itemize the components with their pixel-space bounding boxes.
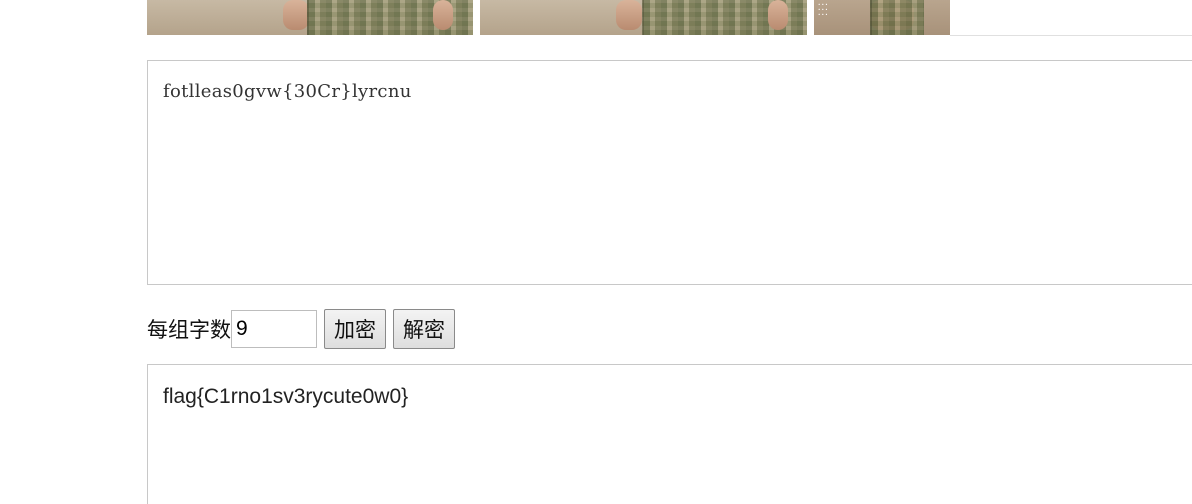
plain-text-area[interactable]: flag{C1rno1sv3rycute0w0} — [147, 364, 1192, 504]
encrypt-button[interactable]: 加密 — [324, 309, 386, 349]
cipher-text-area[interactable]: fotlleas0gvw{30Cr}lyrcnu — [147, 60, 1192, 285]
divider — [950, 35, 1192, 36]
photo-caption-decoration: • • • • • • • • • — [818, 2, 828, 17]
cipher-text: fotlleas0gvw{30Cr}lyrcnu — [163, 81, 412, 102]
cipher-controls: 每组字数 加密 解密 — [147, 309, 455, 349]
camo-photo-1 — [147, 0, 473, 35]
group-size-label: 每组字数 — [147, 318, 231, 342]
plain-text: flag{C1rno1sv3rycute0w0} — [163, 385, 409, 408]
camo-photo-3: • • • • • • • • • — [814, 0, 950, 35]
decrypt-button[interactable]: 解密 — [393, 309, 455, 349]
camo-photo-2 — [480, 0, 807, 35]
group-size-input[interactable] — [231, 310, 317, 348]
